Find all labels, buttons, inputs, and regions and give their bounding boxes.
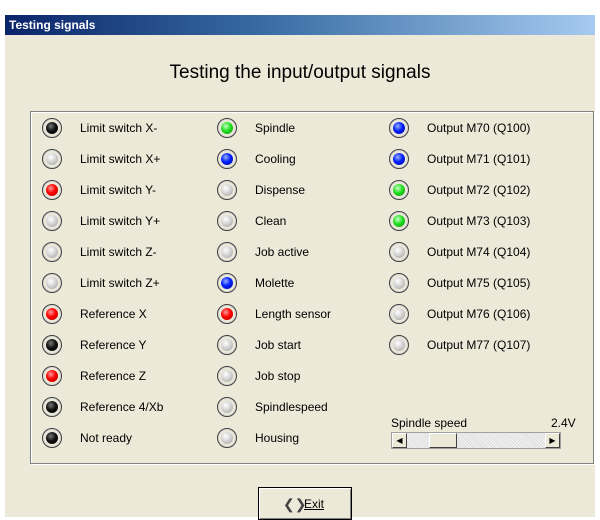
signal-label: Molette — [255, 276, 295, 290]
signal-led-icon — [42, 242, 62, 262]
signal-label: Spindlespeed — [255, 400, 328, 414]
signal-led-icon — [389, 335, 409, 355]
window-title: Testing signals — [9, 18, 96, 32]
signal-led-icon — [217, 304, 237, 324]
signal-led-icon — [389, 149, 409, 169]
signal-label: Output M74 (Q104) — [427, 245, 531, 259]
signal-led-icon — [42, 211, 62, 231]
signal-label: Output M71 (Q101) — [427, 152, 531, 166]
slider-thumb[interactable] — [429, 433, 457, 448]
signal-led-icon — [42, 304, 62, 324]
signal-label: Job start — [255, 338, 302, 352]
signal-label: Job stop — [255, 369, 301, 383]
signal-label: Dispense — [255, 183, 306, 197]
signal-label: Output M73 (Q103) — [427, 214, 531, 228]
signal-label: Housing — [255, 431, 300, 445]
signal-led-icon — [42, 149, 62, 169]
signal-led-icon — [389, 242, 409, 262]
signal-led-icon — [389, 273, 409, 293]
signal-label: Output M72 (Q102) — [427, 183, 531, 197]
signal-label: Spindle — [255, 121, 296, 135]
signal-led-icon — [42, 118, 62, 138]
signal-led-icon — [389, 118, 409, 138]
signal-led-icon — [217, 335, 237, 355]
signal-label: Reference 4/Xb — [80, 400, 164, 414]
signal-label: Reference X — [80, 307, 147, 321]
signal-label: Output M77 (Q107) — [427, 338, 531, 352]
exit-button-label: Exit — [304, 497, 325, 511]
signal-label: Job active — [255, 245, 310, 259]
signal-led-icon — [389, 180, 409, 200]
signal-label: Output M76 (Q106) — [427, 307, 531, 321]
signal-label: Limit switch Z- — [80, 245, 157, 259]
dialog-window: Testing signals Testing the input/output… — [5, 15, 595, 520]
signal-led-icon — [42, 180, 62, 200]
title-bar[interactable]: Testing signals — [5, 15, 595, 35]
signal-led-icon — [217, 428, 237, 448]
signal-led-icon — [217, 366, 237, 386]
signal-led-icon — [42, 335, 62, 355]
signal-led-icon — [217, 118, 237, 138]
signal-led-icon — [42, 366, 62, 386]
signal-label: Limit switch Z+ — [80, 276, 160, 290]
signal-led-icon — [217, 149, 237, 169]
signal-led-icon — [42, 397, 62, 417]
exit-button[interactable]: ❮❯ Exit — [258, 487, 352, 520]
exit-icon: ❮❯ — [283, 496, 307, 512]
signal-label: Length sensor — [255, 307, 332, 321]
signal-label: Limit switch Y+ — [80, 214, 161, 228]
signal-label: Output M75 (Q105) — [427, 276, 531, 290]
signal-led-icon — [217, 180, 237, 200]
signal-label: Cooling — [255, 152, 296, 166]
signal-led-icon — [389, 304, 409, 324]
page-title: Testing the input/output signals — [169, 62, 431, 83]
signal-label: Clean — [255, 214, 287, 228]
scroll-right-arrow-icon[interactable]: ▶ — [545, 433, 560, 448]
signal-led-icon — [217, 273, 237, 293]
signal-led-icon — [217, 211, 237, 231]
signal-label: Limit switch Y- — [80, 183, 157, 197]
signal-led-icon — [42, 273, 62, 293]
signal-label: Reference Y — [80, 338, 147, 352]
signal-led-icon — [42, 428, 62, 448]
scroll-left-arrow-icon[interactable]: ◀ — [392, 433, 407, 448]
signal-label: Limit switch X+ — [80, 152, 161, 166]
signal-led-icon — [389, 211, 409, 231]
signal-label: Limit switch X- — [80, 121, 158, 135]
spindle-speed-slider[interactable]: ◀ ▶ — [391, 432, 561, 449]
signal-led-icon — [217, 397, 237, 417]
signal-label: Not ready — [80, 431, 133, 445]
spindle-speed-label: Spindle speed — [391, 416, 468, 430]
signal-label: Output M70 (Q100) — [427, 121, 531, 135]
signal-led-icon — [217, 242, 237, 262]
signal-label: Reference Z — [80, 369, 147, 383]
spindle-speed-value: 2.4V — [551, 416, 576, 430]
